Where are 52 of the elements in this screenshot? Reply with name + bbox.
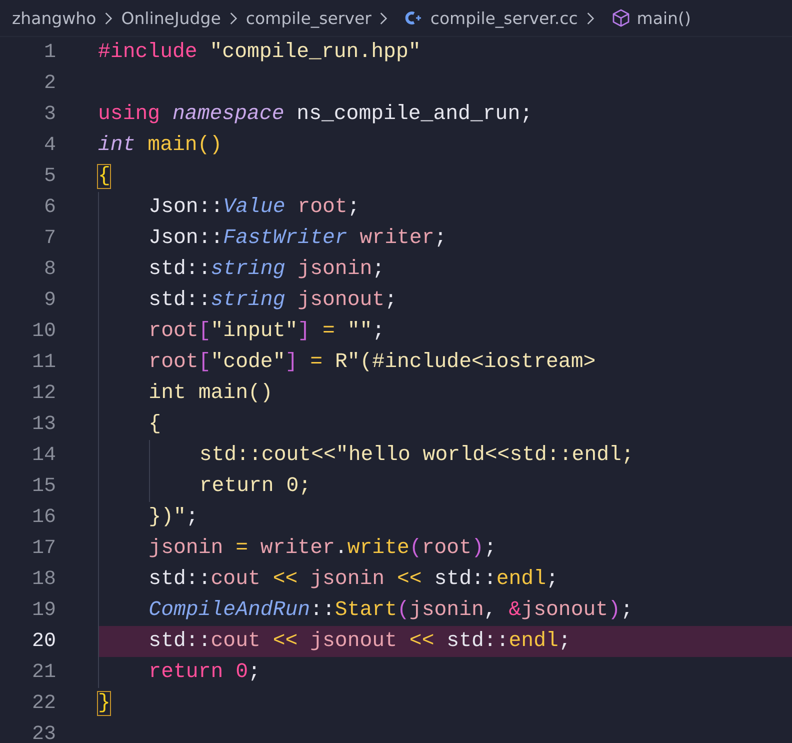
chevron-icon: [379, 10, 388, 26]
code-line: std::cout << jsonin << std::endl;: [98, 564, 792, 595]
line-number: 16: [30, 506, 56, 529]
code-line: return 0;: [98, 471, 792, 502]
code-line: jsonin = writer.write(root);: [98, 533, 792, 564]
line-number: 21: [30, 661, 56, 684]
code-line: Json::Value root;: [98, 192, 792, 223]
line-number: 14: [30, 444, 56, 467]
breadcrumb-item[interactable]: compile_server: [246, 8, 372, 28]
line-number: 12: [30, 382, 56, 405]
line-number: 3: [42, 103, 56, 126]
line-number: 11: [30, 351, 56, 374]
line-number: 6: [42, 196, 56, 219]
code-line: std::cout<<"hello world<<std::endl;: [98, 440, 792, 471]
code-line: std::string jsonin;: [98, 254, 792, 285]
code-line: std::string jsonout;: [98, 285, 792, 316]
code-line: {: [98, 409, 792, 440]
breadcrumb-item[interactable]: compile_server.cc: [430, 8, 578, 28]
line-number: 8: [42, 258, 56, 281]
line-number: 17: [30, 537, 56, 560]
line-number: 19: [30, 599, 56, 622]
breadcrumb-item[interactable]: OnlineJudge: [121, 8, 221, 28]
line-number: 20: [30, 630, 56, 653]
chevron-icon: [586, 10, 595, 26]
code-line: #include "compile_run.hpp": [98, 40, 422, 66]
breadcrumb-item[interactable]: zhangwho: [12, 8, 96, 28]
chevron-icon: [104, 10, 114, 26]
code-line: return 0;: [98, 657, 792, 688]
code-line: {: [98, 164, 112, 190]
code-line: Json::FastWriter writer;: [98, 223, 792, 254]
code-line: }: [98, 691, 112, 717]
line-number: 9: [42, 289, 56, 312]
code-line: root["input"] = "";: [98, 316, 792, 347]
code-line: root["code"] = R"(#include<iostream>: [98, 347, 792, 378]
line-number: 23: [30, 723, 56, 743]
line-number: 22: [30, 692, 56, 715]
line-number: 10: [30, 320, 56, 343]
chevron-icon: [228, 10, 238, 26]
breadcrumb-item[interactable]: main(): [636, 8, 691, 28]
line-number: 7: [42, 227, 56, 250]
line-number: 15: [30, 475, 56, 498]
code-line: int main(): [98, 133, 224, 159]
line-number: 1: [42, 41, 56, 64]
code-line: int main(): [98, 378, 792, 409]
line-number: 4: [42, 134, 56, 157]
line-number: 2: [42, 72, 56, 95]
code-line: using namespace ns_compile_and_run;: [98, 102, 534, 128]
line-number: 18: [30, 568, 56, 591]
cube-icon: [610, 8, 631, 28]
line-number: 13: [30, 413, 56, 436]
line-number: 5: [42, 165, 56, 188]
code-line: })";: [98, 502, 792, 533]
